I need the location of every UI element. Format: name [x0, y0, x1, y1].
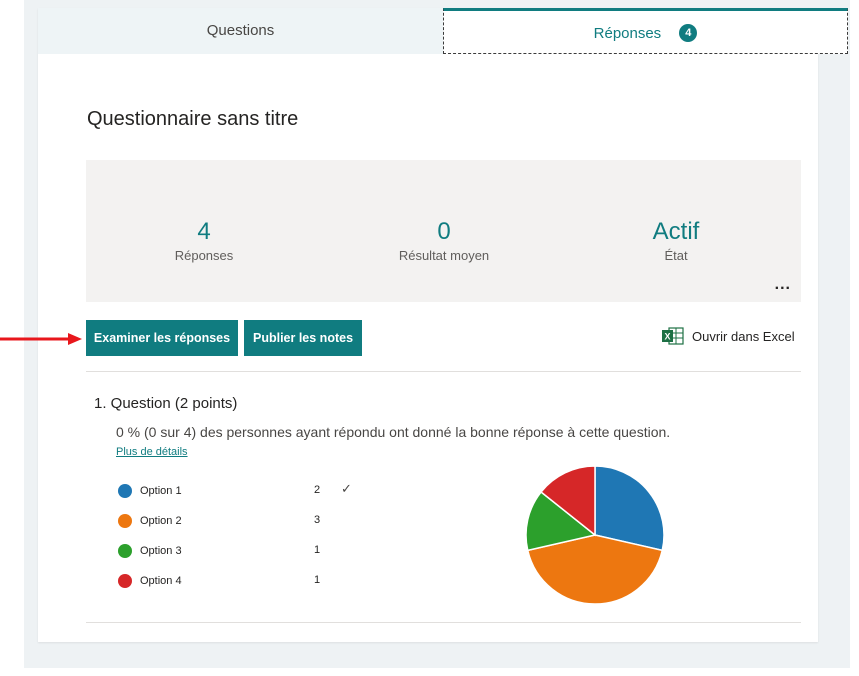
option-label: Option 3 [140, 545, 182, 557]
stat-responses-label: Réponses [174, 248, 234, 263]
svg-text:X: X [664, 332, 670, 342]
bottom-divider [86, 622, 801, 623]
stat-average: 0 Résultat moyen [344, 218, 544, 263]
checkmark-icon: ✓ [341, 481, 352, 496]
more-details-link[interactable]: Plus de détails [116, 446, 188, 458]
stat-status-label: État [664, 248, 688, 263]
stat-responses: 4 Réponses [104, 218, 304, 263]
stat-status-value: Actif [652, 218, 700, 245]
stat-average-value: 0 [437, 218, 451, 245]
question-title: 1. Question (2 points) [94, 395, 238, 412]
option-label: Option 4 [140, 575, 182, 587]
tab-questions-label: Questions [206, 22, 275, 39]
response-pie-chart [525, 465, 665, 605]
red-arrow-annotation [0, 333, 82, 345]
tab-responses-label: Réponses [593, 25, 662, 42]
stat-average-label: Résultat moyen [398, 248, 490, 263]
option-count: 3 [314, 514, 321, 526]
tab-bar: Questions Réponses 4 [38, 8, 850, 54]
responses-count-badge: 4 [679, 24, 698, 43]
option-color-swatch [118, 514, 132, 528]
stats-panel: 4 Réponses 0 Résultat moyen Actif État .… [86, 160, 801, 302]
option-label: Option 2 [140, 515, 182, 527]
stat-responses-value: 4 [197, 218, 211, 245]
open-in-excel-button[interactable]: X Ouvrir dans Excel [662, 327, 795, 345]
option-color-swatch [118, 484, 132, 498]
more-options-icon[interactable]: ... [775, 276, 791, 294]
option-row: Option 1 [118, 481, 182, 501]
option-count: 1 [314, 544, 321, 556]
tab-questions[interactable]: Questions [38, 8, 443, 54]
tab-responses[interactable]: Réponses 4 [443, 8, 848, 54]
option-color-swatch [118, 544, 132, 558]
option-row: Option 2 [118, 511, 182, 531]
section-divider [86, 371, 801, 372]
option-label: Option 1 [140, 485, 182, 497]
open-in-excel-label: Ouvrir dans Excel [692, 328, 795, 344]
option-count: 2 [314, 484, 321, 496]
option-row: Option 3 [118, 541, 182, 561]
stat-status: Actif État [576, 218, 776, 263]
option-color-swatch [118, 574, 132, 588]
publish-grades-button[interactable]: Publier les notes [244, 320, 362, 356]
excel-icon: X [662, 327, 684, 345]
option-row: Option 4 [118, 571, 182, 591]
form-title: Questionnaire sans titre [87, 108, 299, 130]
review-responses-button[interactable]: Examiner les réponses [86, 320, 238, 356]
option-count: 1 [314, 574, 321, 586]
question-summary: 0 % (0 sur 4) des personnes ayant répond… [116, 424, 671, 440]
